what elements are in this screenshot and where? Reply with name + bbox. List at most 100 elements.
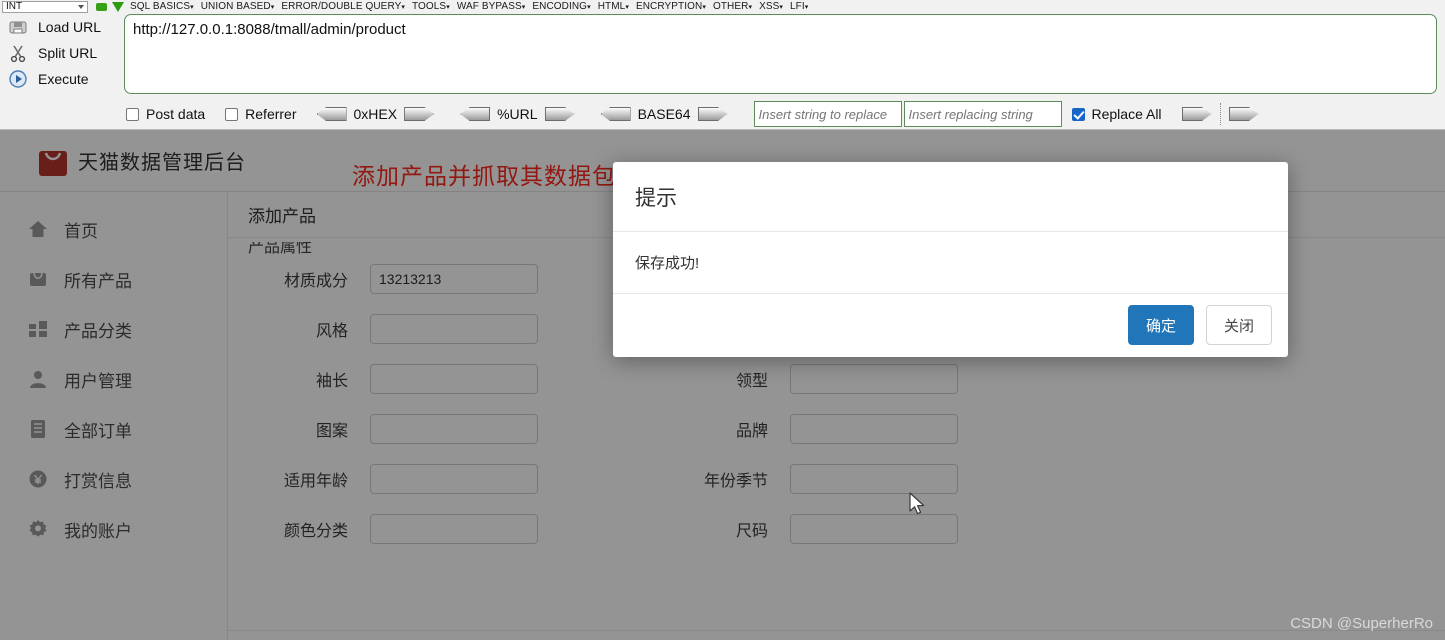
execute-button[interactable]: Execute <box>0 66 114 92</box>
field-row-sleeve-length: 袖长 <box>250 354 560 404</box>
payload-type-select[interactable]: INT <box>2 0 88 13</box>
size-input[interactable] <box>790 514 958 544</box>
sidebar-item-label: 用户管理 <box>64 371 132 391</box>
chevron-down-icon: ▾ <box>190 3 194 11</box>
split-url-label: Split URL <box>38 45 98 61</box>
menu-label: SQL BASICS <box>130 0 191 12</box>
replace-string-input[interactable] <box>903 101 1062 127</box>
menu-encoding[interactable]: ENCODING▾ <box>532 1 597 13</box>
list-icon <box>31 420 45 438</box>
scissors-icon <box>10 45 26 63</box>
bag-icon <box>30 272 46 286</box>
split-url-button[interactable]: Split URL <box>0 40 114 66</box>
referrer-label: Referrer <box>245 106 297 122</box>
chevron-down-icon: ▾ <box>401 3 405 11</box>
execute-label: Execute <box>38 71 89 87</box>
menu-label: HTML <box>597 0 626 12</box>
checkbox-box <box>1071 107 1085 121</box>
menu-label: WAF BYPASS <box>456 0 522 12</box>
chevron-down-icon: ▾ <box>270 3 275 11</box>
sidebar-item-my-account[interactable]: 我的账户 <box>0 504 227 554</box>
replace-all-checkbox[interactable]: Replace All <box>1071 106 1162 122</box>
play-icon <box>9 70 27 88</box>
material-input[interactable] <box>370 264 538 294</box>
age-range-input[interactable] <box>370 464 538 494</box>
year-season-input[interactable] <box>790 464 958 494</box>
green-down-arrow-icon[interactable] <box>112 1 124 12</box>
user-icon <box>30 371 46 388</box>
sidebar-item-user-management[interactable]: 用户管理 <box>0 354 227 404</box>
form-footer: 保存 取消 <box>228 630 1445 640</box>
gear-icon <box>29 520 47 537</box>
menu-encryption[interactable]: ENCRYPTION▾ <box>636 1 713 13</box>
close-button[interactable]: 关闭 <box>1205 305 1272 345</box>
sidebar: 首页 所有产品 产品分类 用户管理 全部订单 打赏信息 我的账户 <box>0 192 228 640</box>
screen-root: INT SQL BASICS▾ UNION BASED▾ ERROR/DOUBL… <box>0 0 1445 640</box>
search-string-input[interactable] <box>753 101 902 127</box>
field-label: 颜色分类 <box>283 523 348 540</box>
menu-tools[interactable]: TOOLS▾ <box>412 1 457 13</box>
menu-label: LFI <box>790 0 805 12</box>
menu-union-based[interactable]: UNION BASED▾ <box>201 1 282 13</box>
menu-sql-basics[interactable]: SQL BASICS▾ <box>130 1 201 13</box>
replace-all-label: Replace All <box>1091 106 1162 122</box>
style-input[interactable] <box>370 314 538 344</box>
menu-label: UNION BASED <box>200 0 271 12</box>
sidebar-item-product-categories[interactable]: 产品分类 <box>0 304 227 354</box>
replace-apply-button[interactable] <box>1181 107 1212 121</box>
field-row-material: 材质成分 <box>250 254 560 304</box>
color-category-input[interactable] <box>370 514 538 544</box>
load-url-button[interactable]: Load URL <box>0 14 114 40</box>
load-url-label: Load URL <box>38 19 102 35</box>
sidebar-item-all-products[interactable]: 所有产品 <box>0 254 227 304</box>
sidebar-item-label: 全部订单 <box>64 421 132 441</box>
menu-label: TOOLS <box>411 0 447 12</box>
brand-input[interactable] <box>790 414 958 444</box>
collar-type-input[interactable] <box>790 364 958 394</box>
chevron-down-icon: ▾ <box>804 3 809 11</box>
menu-html[interactable]: HTML▾ <box>598 1 636 13</box>
referrer-checkbox[interactable]: Referrer <box>225 106 297 122</box>
url-encode-button[interactable] <box>544 107 575 121</box>
post-data-label: Post data <box>146 106 206 122</box>
toolbar-divider <box>1219 103 1221 125</box>
menu-xss[interactable]: XSS▾ <box>759 1 790 13</box>
url-input[interactable] <box>124 14 1437 94</box>
field-row-style: 风格 <box>250 304 560 354</box>
field-label: 材质成分 <box>283 273 348 290</box>
form-column-left: 材质成分 风格 袖长 图案 <box>250 254 560 554</box>
field-label: 适用年龄 <box>283 473 348 490</box>
green-square-icon[interactable] <box>96 2 107 11</box>
brand: 天猫数据管理后台 <box>0 145 246 177</box>
checkbox-box <box>225 107 239 121</box>
menu-waf-bypass[interactable]: WAF BYPASS▾ <box>457 1 533 13</box>
field-row-year-season: 年份季节 <box>670 454 980 504</box>
pattern-input[interactable] <box>370 414 538 444</box>
annotation-text: 添加产品并抓取其数据包 <box>352 163 616 189</box>
sidebar-item-label: 打赏信息 <box>64 471 132 491</box>
menu-error-double-query[interactable]: ERROR/DOUBLE QUERY▾ <box>281 1 412 13</box>
hex-encode-button[interactable] <box>404 107 435 121</box>
field-row-size: 尺码 <box>670 504 980 554</box>
hackbar-options-row: Post data Referrer 0xHEX %URL BASE64 Ins… <box>0 99 1445 129</box>
tmall-bag-logo-icon <box>39 145 67 176</box>
url-encoder-group: %URL <box>460 106 575 122</box>
confirm-button[interactable]: 确定 <box>1127 305 1194 345</box>
replace-extra-button[interactable] <box>1228 107 1259 121</box>
menu-other[interactable]: OTHER▾ <box>713 1 759 13</box>
sidebar-item-home[interactable]: 首页 <box>0 204 227 254</box>
yen-circle-icon <box>29 470 47 488</box>
sidebar-item-reward-info[interactable]: 打赏信息 <box>0 454 227 504</box>
url-label: %URL <box>497 106 538 122</box>
hex-decode-button[interactable] <box>316 107 347 121</box>
sleeve-length-input[interactable] <box>370 364 538 394</box>
base64-decode-button[interactable] <box>600 107 631 121</box>
field-row-color-category: 颜色分类 <box>250 504 560 554</box>
base64-encode-button[interactable] <box>697 107 728 121</box>
chevron-down-icon <box>78 4 84 9</box>
sidebar-item-all-orders[interactable]: 全部订单 <box>0 404 227 454</box>
url-decode-button[interactable] <box>460 107 491 121</box>
payload-type-value: INT <box>6 0 23 12</box>
menu-lfi[interactable]: LFI▾ <box>790 1 815 13</box>
post-data-checkbox[interactable]: Post data <box>126 106 205 122</box>
